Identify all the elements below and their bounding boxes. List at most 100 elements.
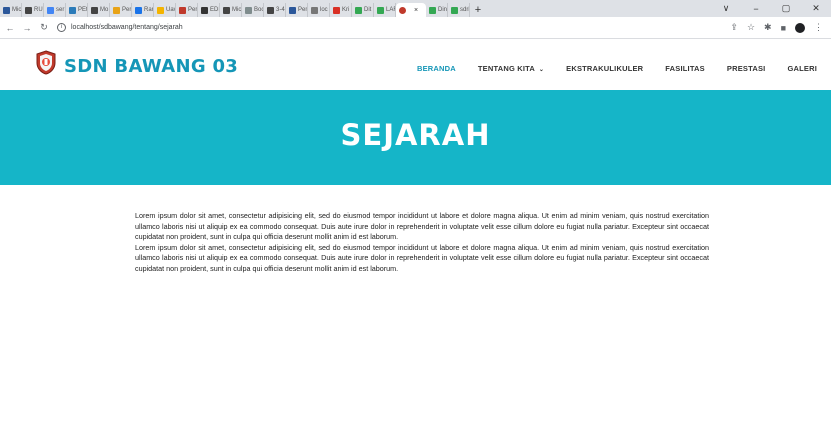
- browser-tab[interactable]: PEt: [66, 3, 88, 17]
- nav-galeri[interactable]: GALERI: [787, 64, 817, 73]
- tab-label: Dit: [364, 7, 372, 13]
- tab-favicon-icon: [377, 6, 384, 14]
- browser-tab-active[interactable]: ×: [396, 3, 426, 17]
- browser-toolbar: ← → ↻ i localhost/sdbawang/tentang/sejar…: [0, 17, 831, 39]
- browser-tab[interactable]: Mic: [220, 3, 242, 17]
- tab-favicon-icon: [157, 6, 164, 14]
- tab-favicon-icon: [289, 6, 296, 14]
- tab-favicon-icon: [333, 6, 340, 14]
- new-tab-button[interactable]: +: [470, 3, 486, 17]
- browser-tab[interactable]: sdri: [448, 3, 470, 17]
- tab-label: sdri: [460, 7, 470, 13]
- tab-search-icon[interactable]: ∨: [711, 3, 741, 14]
- browser-tab[interactable]: LAF: [374, 3, 396, 17]
- site-info-icon[interactable]: i: [57, 23, 66, 32]
- window-controls: ∨ − ▢ ✕: [711, 0, 831, 17]
- tab-favicon-icon: [135, 6, 142, 14]
- tab-favicon-icon: [179, 6, 186, 14]
- browser-tab[interactable]: Pen: [286, 3, 308, 17]
- site-header: SDN BAWANG 03 BERANDA TENTANG KITA ⌄ EKS…: [0, 40, 831, 90]
- nav-tentang-label: TENTANG KITA: [477, 64, 536, 73]
- tab-label: Per: [122, 7, 132, 13]
- tab-favicon-icon: [3, 6, 10, 14]
- browser-tab[interactable]: Kri: [330, 3, 352, 17]
- tab-favicon-icon: [47, 6, 54, 14]
- content-paragraph: Lorem ipsum dolor sit amet, consectetur …: [135, 211, 709, 242]
- tab-favicon-icon: [429, 6, 436, 14]
- tab-favicon-icon: [69, 6, 76, 14]
- tab-label: Pen: [298, 7, 308, 13]
- tab-label: Per: [188, 7, 198, 13]
- tab-label: Mic: [232, 7, 242, 13]
- maximize-button[interactable]: ▢: [771, 3, 801, 14]
- tab-favicon-icon: [311, 6, 318, 14]
- browser-tab[interactable]: loc: [308, 3, 330, 17]
- reload-icon[interactable]: ↻: [37, 22, 51, 33]
- tab-favicon-icon: [223, 6, 230, 14]
- share-icon[interactable]: ⇪: [730, 22, 738, 33]
- main-nav: BERANDA TENTANG KITA ⌄ EKSTRAKULIKULER F…: [395, 64, 817, 73]
- minimize-button[interactable]: −: [741, 4, 771, 14]
- close-tab-icon[interactable]: ×: [414, 7, 418, 14]
- back-arrow-icon[interactable]: ←: [3, 23, 17, 33]
- extensions-icon[interactable]: ✱: [764, 22, 772, 33]
- side-panel-icon[interactable]: ■: [781, 23, 786, 33]
- close-window-button[interactable]: ✕: [801, 3, 831, 14]
- chevron-down-icon: ⌄: [537, 67, 545, 73]
- nav-prestasi[interactable]: PRESTASI: [727, 64, 766, 73]
- tab-label: loc: [320, 7, 328, 13]
- tab-label: Mic: [12, 7, 22, 13]
- browser-tab[interactable]: ser: [44, 3, 66, 17]
- tab-label: 3-4: [276, 7, 285, 13]
- toolbar-icons: ⇪ ☆ ✱ ■ ⋮: [730, 22, 823, 33]
- profile-avatar[interactable]: [795, 22, 805, 33]
- tab-label: PEt: [78, 7, 88, 13]
- browser-tab[interactable]: Boc: [242, 3, 264, 17]
- tab-label: ser: [56, 7, 65, 13]
- nav-fasilitas[interactable]: FASILITAS: [665, 64, 705, 73]
- school-favicon-icon: [399, 6, 406, 14]
- site-brand[interactable]: SDN BAWANG 03: [64, 56, 238, 77]
- browser-tab[interactable]: RU: [22, 3, 44, 17]
- page-title: SEJARAH: [340, 118, 491, 152]
- nav-ekstrakulikuler[interactable]: EKSTRAKULIKULER: [566, 64, 643, 73]
- tab-label: Ran: [144, 7, 154, 13]
- nav-beranda[interactable]: BERANDA: [417, 64, 456, 73]
- page-content: Lorem ipsum dolor sit amet, consectetur …: [135, 211, 709, 275]
- browser-tab[interactable]: Din: [426, 3, 448, 17]
- tab-favicon-icon: [355, 6, 362, 14]
- bookmark-star-icon[interactable]: ☆: [747, 22, 755, 33]
- browser-tab[interactable]: Per: [110, 3, 132, 17]
- browser-tab-strip: Mic RU ser PEt Mo Per Ran Uav Per EDI Mic Boc 3-4 Pen…: [0, 0, 831, 17]
- tab-label: RU: [34, 7, 43, 13]
- tab-favicon-icon: [25, 6, 32, 14]
- browser-tab[interactable]: Uav: [154, 3, 176, 17]
- school-logo-icon[interactable]: [35, 50, 57, 75]
- content-paragraph: Lorem ipsum dolor sit amet, consectetur …: [135, 242, 709, 273]
- browser-tab[interactable]: 3-4: [264, 3, 286, 17]
- tab-favicon-icon: [267, 6, 274, 14]
- browser-tab[interactable]: EDI: [198, 3, 220, 17]
- url-text: localhost/sdbawang/tentang/sejarah: [71, 24, 183, 31]
- browser-tab[interactable]: Per: [176, 3, 198, 17]
- nav-tentang-kita[interactable]: TENTANG KITA ⌄: [478, 64, 544, 73]
- tab-favicon-icon: [245, 6, 252, 14]
- tab-favicon-icon: [113, 6, 120, 14]
- tab-favicon-icon: [91, 6, 98, 14]
- browser-tab[interactable]: Dit: [352, 3, 374, 17]
- tab-label: Boc: [254, 7, 264, 13]
- browser-tab[interactable]: Mo: [88, 3, 110, 17]
- tab-list-after: Din sdri: [426, 3, 470, 17]
- tab-label: Mo: [100, 7, 109, 13]
- tab-label: LAF: [386, 7, 396, 13]
- tab-favicon-icon: [451, 6, 458, 14]
- browser-tab[interactable]: Ran: [132, 3, 154, 17]
- tab-label: Uav: [166, 7, 176, 13]
- tab-label: Din: [438, 7, 448, 13]
- address-bar[interactable]: i localhost/sdbawang/tentang/sejarah: [57, 20, 730, 36]
- browser-tab[interactable]: Mic: [0, 3, 22, 17]
- page-hero: SEJARAH: [0, 90, 831, 185]
- menu-kebab-icon[interactable]: ⋮: [814, 22, 823, 33]
- forward-arrow-icon[interactable]: →: [20, 23, 34, 33]
- tab-favicon-icon: [201, 6, 208, 14]
